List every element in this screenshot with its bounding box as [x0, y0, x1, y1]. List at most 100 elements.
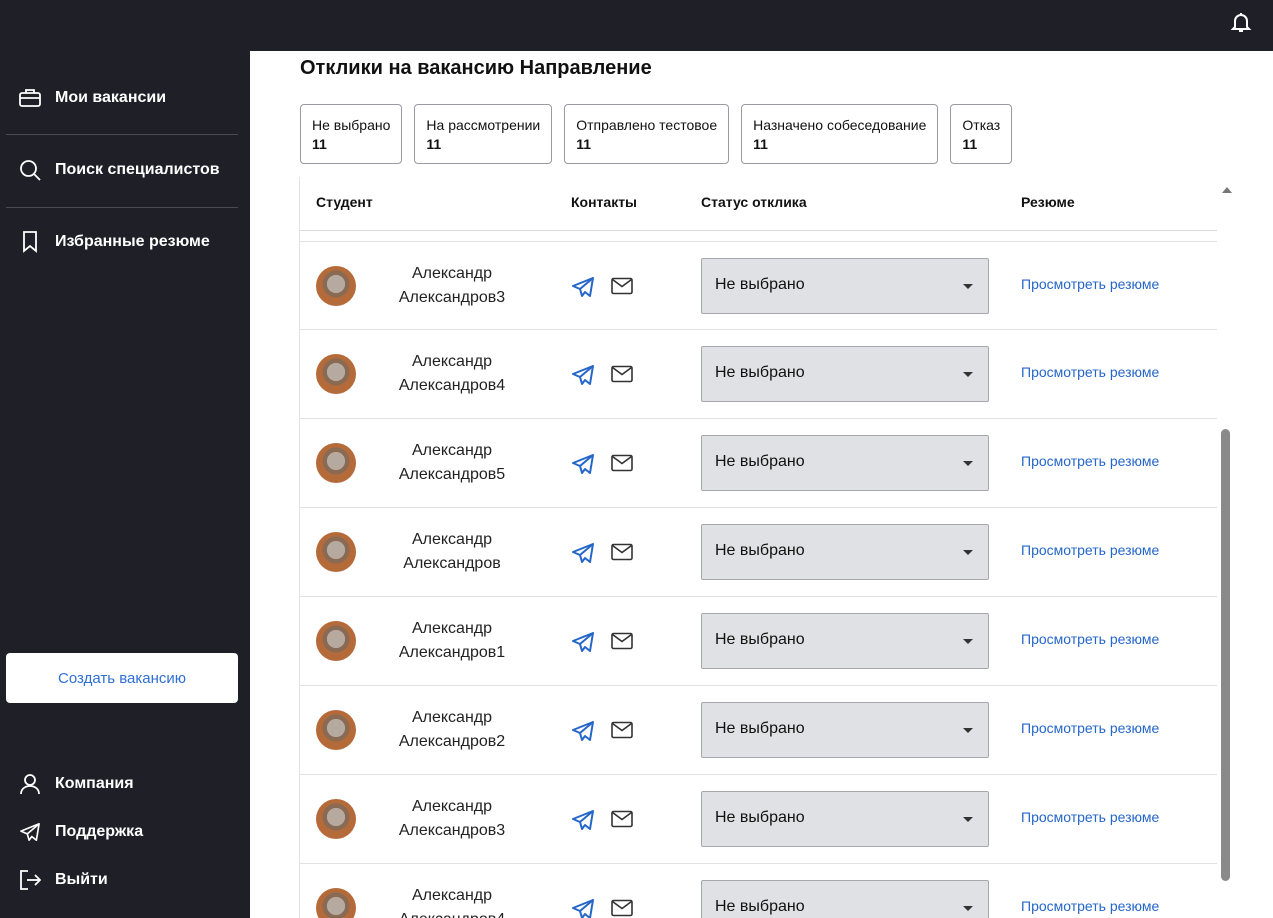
view-resume-link[interactable]: Просмотреть резюме — [1021, 276, 1159, 292]
student-name[interactable]: Александр Александров3 — [380, 795, 524, 843]
scroll-up-arrow[interactable] — [1222, 187, 1232, 193]
status-select[interactable]: Не выбрано — [701, 258, 989, 314]
student-first-name: Александр — [411, 442, 493, 459]
view-resume-link[interactable]: Просмотреть резюме — [1021, 809, 1159, 825]
telegram-icon[interactable] — [571, 808, 595, 832]
mail-icon[interactable] — [611, 276, 633, 296]
sidebar-item-label: Поиск специалистов — [55, 161, 220, 178]
student-last-name: Александров3 — [398, 289, 506, 306]
view-resume-link[interactable]: Просмотреть резюме — [1021, 364, 1159, 380]
status-tabs: Не выбрано 11 На рассмотрении 11 Отправл… — [300, 104, 1013, 164]
student-name[interactable]: Александр Александров — [380, 528, 524, 576]
sidebar-item-label: Выйти — [55, 871, 108, 888]
status-tab-not-selected[interactable]: Не выбрано 11 — [300, 104, 403, 164]
status-tab-label: Назначено собеседование — [753, 117, 927, 133]
avatar — [316, 532, 356, 572]
main-content: Отклики на вакансию Направление Не выбра… — [250, 51, 1273, 918]
status-tab-under-review[interactable]: На рассмотрении 11 — [414, 104, 553, 164]
column-header-student: Студент — [316, 194, 373, 210]
search-icon — [18, 158, 42, 182]
table-header: Студент Контакты Статус отклика Резюме — [300, 177, 1217, 231]
status-select[interactable]: Не выбрано — [701, 791, 989, 847]
chevron-down-icon — [963, 728, 973, 733]
chevron-down-icon — [963, 461, 973, 466]
student-name[interactable]: Александр Александров4 — [380, 884, 524, 918]
mail-icon[interactable] — [611, 809, 633, 829]
sidebar-item-support[interactable]: Поддержка — [18, 817, 143, 847]
table-row: Александр Александров4 Не выбрано Просмо… — [300, 864, 1217, 918]
sidebar-item-logout[interactable]: Выйти — [18, 865, 108, 895]
status-select-value: Не выбрано — [715, 276, 805, 293]
status-select[interactable]: Не выбрано — [701, 880, 989, 918]
telegram-icon[interactable] — [571, 452, 595, 476]
user-icon — [18, 772, 42, 796]
student-first-name: Александр — [411, 265, 493, 282]
telegram-icon[interactable] — [571, 275, 595, 299]
student-name[interactable]: Александр Александров3 — [380, 262, 524, 310]
status-select-value: Не выбрано — [715, 631, 805, 648]
scroll-thumb[interactable] — [1221, 429, 1230, 881]
telegram-icon[interactable] — [571, 541, 595, 565]
status-select[interactable]: Не выбрано — [701, 613, 989, 669]
mail-icon[interactable] — [611, 898, 633, 918]
status-tab-label: На рассмотрении — [426, 117, 541, 133]
sidebar-item-company[interactable]: Компания — [18, 769, 134, 799]
avatar — [316, 888, 356, 918]
telegram-icon[interactable] — [571, 719, 595, 743]
view-resume-link[interactable]: Просмотреть резюме — [1021, 453, 1159, 469]
avatar — [316, 710, 356, 750]
mail-icon[interactable] — [611, 542, 633, 562]
status-select[interactable]: Не выбрано — [701, 524, 989, 580]
student-name[interactable]: Александр Александров5 — [380, 439, 524, 487]
logout-icon — [18, 868, 42, 892]
student-last-name: Александров — [403, 555, 501, 572]
avatar — [316, 799, 356, 839]
telegram-icon[interactable] — [571, 630, 595, 654]
column-header-contacts: Контакты — [571, 194, 638, 210]
chevron-down-icon — [963, 639, 973, 644]
student-first-name: Александр — [411, 709, 493, 726]
student-name[interactable]: Александр Александров4 — [380, 350, 524, 398]
view-resume-link[interactable]: Просмотреть резюме — [1021, 631, 1159, 647]
status-tab-count: 11 — [576, 136, 592, 152]
column-header-status: Статус отклика — [701, 194, 807, 210]
student-first-name: Александр — [411, 887, 493, 904]
telegram-icon[interactable] — [571, 897, 595, 918]
sidebar-item-favorite-resumes[interactable]: Избранные резюме — [18, 227, 210, 257]
status-select-value: Не выбрано — [715, 720, 805, 737]
student-first-name: Александр — [411, 798, 493, 815]
sidebar-item-search-specialists[interactable]: Поиск специалистов — [18, 155, 220, 185]
bell-icon[interactable] — [1229, 10, 1253, 34]
student-name[interactable]: Александр Александров2 — [380, 706, 524, 754]
create-vacancy-button[interactable]: Создать вакансию — [6, 653, 238, 703]
mail-icon[interactable] — [611, 364, 633, 384]
student-last-name: Александров2 — [398, 733, 506, 750]
student-last-name: Александров4 — [398, 377, 506, 394]
chevron-down-icon — [963, 906, 973, 911]
table-body: Александр Александров3 Не выбрано Просмо… — [300, 241, 1217, 918]
status-select[interactable]: Не выбрано — [701, 702, 989, 758]
chevron-down-icon — [963, 817, 973, 822]
status-tab-count: 11 — [312, 136, 327, 152]
status-tab-rejected[interactable]: Отказ 11 — [950, 104, 1013, 164]
mail-icon[interactable] — [611, 720, 633, 740]
status-select[interactable]: Не выбрано — [701, 346, 989, 402]
scrollbar[interactable] — [1217, 177, 1237, 918]
status-tab-interview-scheduled[interactable]: Назначено собеседование 11 — [741, 104, 939, 164]
telegram-icon[interactable] — [571, 363, 595, 387]
page-title: Отклики на вакансию Направление — [300, 57, 652, 79]
mail-icon[interactable] — [611, 453, 633, 473]
mail-icon[interactable] — [611, 631, 633, 651]
status-select[interactable]: Не выбрано — [701, 435, 989, 491]
status-tab-test-sent[interactable]: Отправлено тестовое 11 — [564, 104, 730, 164]
student-last-name: Александров4 — [399, 911, 505, 918]
student-name[interactable]: Александр Александров1 — [380, 617, 524, 665]
chevron-down-icon — [963, 550, 973, 555]
status-tab-count: 11 — [962, 136, 978, 152]
view-resume-link[interactable]: Просмотреть резюме — [1021, 898, 1159, 914]
avatar — [316, 266, 356, 306]
view-resume-link[interactable]: Просмотреть резюме — [1021, 542, 1159, 558]
view-resume-link[interactable]: Просмотреть резюме — [1021, 720, 1159, 736]
status-tab-count: 11 — [426, 136, 442, 152]
sidebar-item-my-vacancies[interactable]: Мои вакансии — [18, 83, 166, 113]
